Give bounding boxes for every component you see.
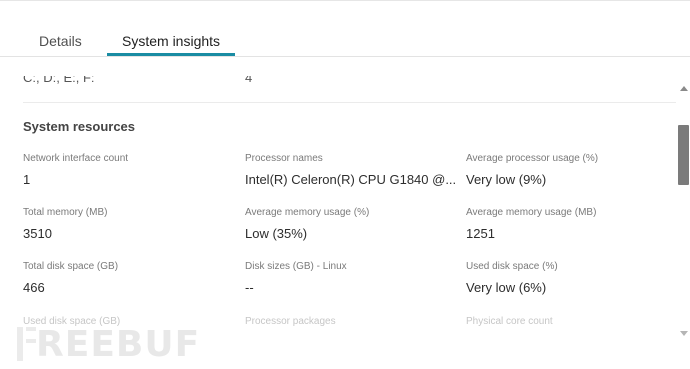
watermark-f-icon bbox=[17, 327, 36, 361]
field-physical-core-count: Physical core count bbox=[466, 316, 676, 335]
field-label: Physical core count bbox=[466, 316, 553, 327]
field-processor-names: Processor names Intel(R) Celeron(R) CPU … bbox=[245, 153, 460, 187]
field-label: Total disk space (GB) bbox=[23, 261, 119, 272]
field-network-interface-count: Network interface count 1 bbox=[23, 153, 238, 187]
window-top-edge bbox=[0, 0, 690, 3]
vertical-scrollbar[interactable] bbox=[676, 58, 690, 369]
tab-bar: Details System insights bbox=[0, 24, 690, 57]
field-label: Processor names bbox=[245, 153, 323, 164]
field-label: Disk sizes (GB) - Linux bbox=[245, 261, 347, 272]
field-value: 1251 bbox=[466, 226, 495, 241]
field-used-disk-space-percent: Used disk space (%) Very low (6%) bbox=[466, 261, 676, 295]
scroll-down-arrow-icon[interactable] bbox=[680, 331, 688, 336]
field-value: 1 bbox=[23, 172, 31, 187]
tab-system-insights[interactable]: System insights bbox=[122, 33, 220, 49]
section-title: System resources bbox=[23, 119, 136, 134]
field-processor-packages: Processor packages bbox=[245, 316, 460, 335]
tab-details[interactable]: Details bbox=[39, 33, 82, 49]
field-value: Intel(R) Celeron(R) CPU G1840 @... bbox=[245, 172, 457, 187]
field-disk-sizes-linux: Disk sizes (GB) - Linux -- bbox=[245, 261, 460, 295]
watermark-text: REEBUF bbox=[36, 324, 201, 365]
field-label: Used disk space (%) bbox=[466, 261, 558, 272]
field-label: Processor packages bbox=[245, 316, 336, 327]
field-average-memory-usage-percent: Average memory usage (%) Low (35%) bbox=[245, 207, 460, 241]
field-value: Very low (6%) bbox=[466, 280, 547, 295]
field-value: 466 bbox=[23, 280, 45, 295]
section-divider bbox=[23, 102, 676, 103]
field-value: -- bbox=[245, 280, 254, 295]
active-tab-indicator bbox=[107, 53, 235, 56]
field-label: Average memory usage (%) bbox=[245, 207, 370, 218]
field-value: Very low (9%) bbox=[466, 172, 547, 187]
scrollbar-thumb[interactable] bbox=[678, 125, 689, 185]
field-label: Total memory (MB) bbox=[23, 207, 108, 218]
scroll-clip-mask bbox=[0, 58, 676, 76]
field-label: Average processor usage (%) bbox=[466, 153, 599, 164]
insights-panel: C:, D:, E:, F: 4 System resources Networ… bbox=[0, 58, 676, 369]
field-average-memory-usage-mb: Average memory usage (MB) 1251 bbox=[466, 207, 676, 241]
field-label: Average memory usage (MB) bbox=[466, 207, 597, 218]
field-total-disk-space: Total disk space (GB) 466 bbox=[23, 261, 238, 295]
field-average-processor-usage: Average processor usage (%) Very low (9%… bbox=[466, 153, 676, 187]
scroll-up-arrow-icon[interactable] bbox=[680, 86, 688, 91]
field-total-memory: Total memory (MB) 3510 bbox=[23, 207, 238, 241]
field-value: Low (35%) bbox=[245, 226, 308, 241]
field-value: 3510 bbox=[23, 226, 52, 241]
watermark-logo: REEBUF bbox=[17, 324, 217, 365]
field-label: Network interface count bbox=[23, 153, 129, 164]
